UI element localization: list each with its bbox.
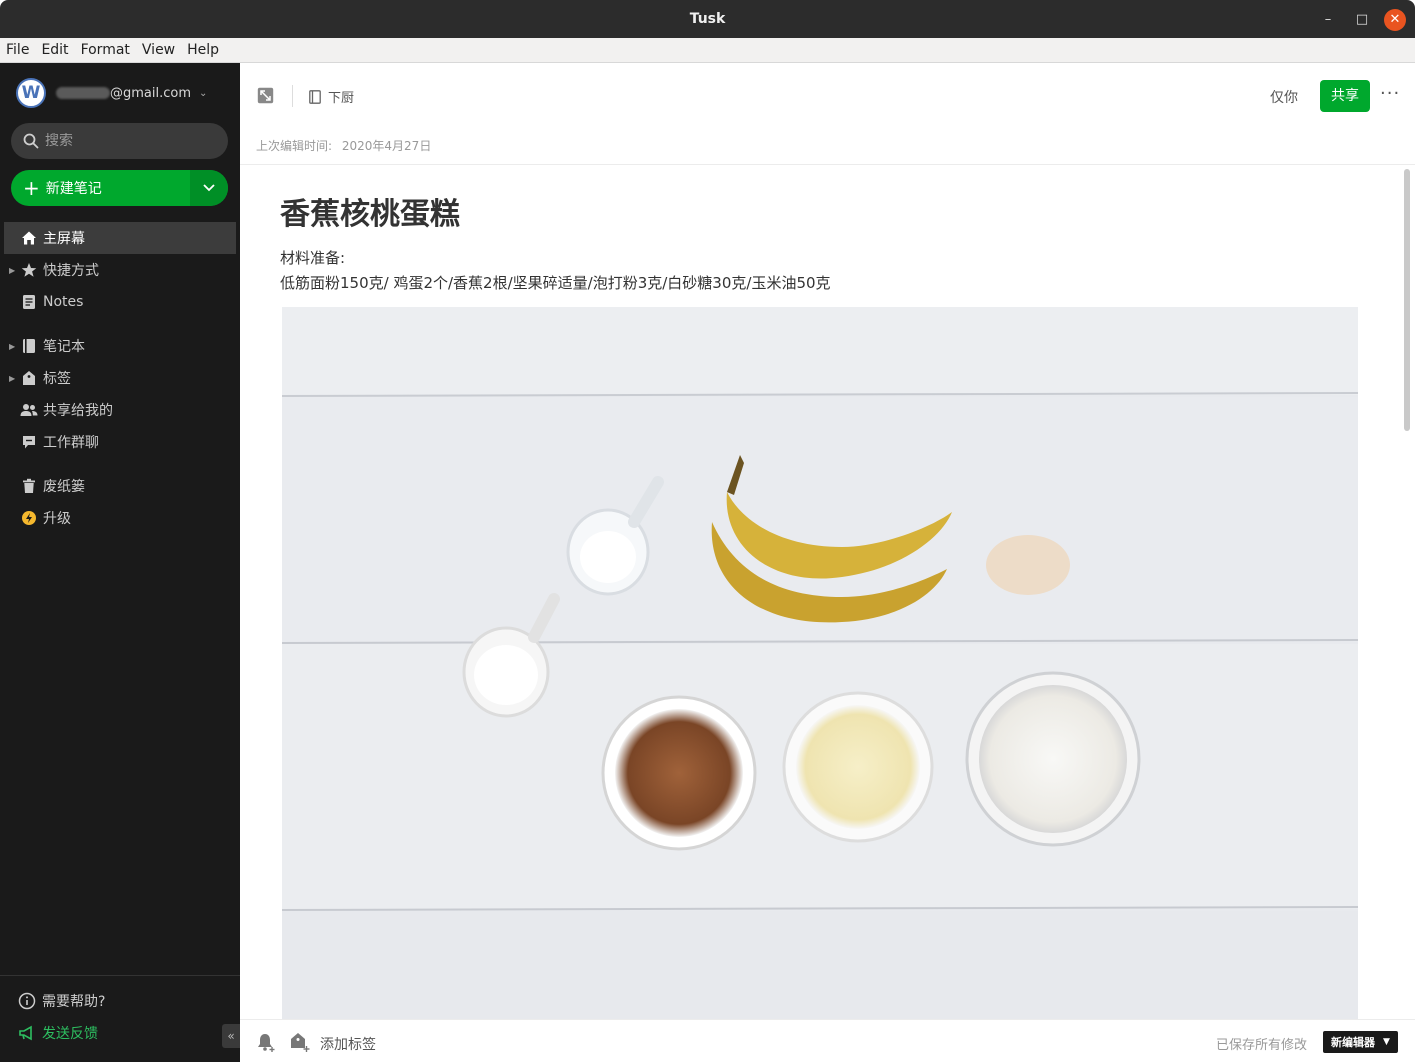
close-button[interactable]: ✕ [1384, 9, 1406, 31]
sidebar-item-upgrade[interactable]: 升级 [4, 502, 236, 534]
new-editor-button[interactable]: 新编辑器 ▼ [1323, 1031, 1398, 1053]
divider [0, 975, 240, 976]
sidebar-item-work-chat[interactable]: 工作群聊 [4, 426, 236, 458]
sidebar-item-label: 快捷方式 [43, 263, 99, 279]
help-link[interactable]: 需要帮助? [18, 991, 105, 1011]
save-status: 已保存所有修改 [1216, 1038, 1308, 1053]
add-tag-label[interactable]: 添加标签 [320, 1034, 376, 1054]
search-box[interactable] [11, 123, 228, 159]
minimize-button[interactable]: – [1317, 9, 1339, 31]
reminder-bell-icon[interactable] [256, 1032, 276, 1052]
sidebar-item-label: 笔记本 [43, 339, 85, 355]
sidebar-item-label: 升级 [43, 511, 71, 527]
megaphone-icon [19, 1025, 32, 1041]
menu-format[interactable]: Format [81, 42, 130, 58]
caret-down-icon: ▼ [1383, 1037, 1390, 1047]
new-editor-label: 新编辑器 [1331, 1036, 1376, 1049]
notebook-icon [20, 337, 38, 355]
note-editor: 下厨 仅你 共享 ··· 上次编辑时间: 2020年4月27日 香蕉核桃蛋糕 材… [240, 63, 1415, 1062]
account-switcher[interactable]: W @gmail.com ⌄ [16, 78, 207, 108]
menubar: File Edit Format View Help [0, 38, 1415, 63]
notebook-icon [309, 89, 321, 104]
collapse-sidebar-button[interactable]: « [222, 1024, 240, 1048]
search-icon [23, 133, 39, 149]
avatar: W [16, 78, 46, 108]
sidebar: W @gmail.com ⌄ + 新建笔记 主屏幕 ▶ [0, 63, 240, 1062]
menu-edit[interactable]: Edit [41, 42, 68, 58]
expand-arrow-icon[interactable]: ▶ [9, 374, 15, 383]
new-note-button-group: + 新建笔记 [11, 170, 228, 206]
note-image[interactable] [282, 307, 1358, 1019]
sidebar-item-notebooks[interactable]: ▶ 笔记本 [4, 330, 236, 362]
visibility-status[interactable]: 仅你 [1270, 87, 1298, 107]
expand-icon[interactable] [257, 87, 274, 104]
sidebar-item-label: 标签 [43, 371, 71, 387]
help-label: 需要帮助? [42, 994, 106, 1010]
notebook-link[interactable]: 下厨 [309, 87, 354, 106]
note-footer: 添加标签 已保存所有修改 新编辑器 ▼ [240, 1019, 1415, 1062]
trash-icon [20, 477, 38, 495]
menu-view[interactable]: View [142, 42, 175, 58]
sidebar-item-label: 共享给我的 [43, 403, 113, 419]
new-note-button[interactable]: + 新建笔记 [11, 170, 190, 206]
tag-icon [20, 369, 38, 387]
chevron-down-icon [203, 184, 215, 192]
last-edit-label: 上次编辑时间: [256, 139, 333, 153]
new-note-dropdown[interactable] [190, 170, 228, 206]
divider [292, 85, 293, 107]
note-icon [20, 293, 38, 311]
sidebar-item-label: Notes [43, 294, 84, 310]
expand-arrow-icon[interactable]: ▶ [9, 342, 15, 351]
note-toolbar: 下厨 仅你 共享 ··· [240, 63, 1415, 127]
info-icon [18, 992, 36, 1010]
menu-file[interactable]: File [6, 42, 29, 58]
ingredients-photo [282, 307, 1358, 1019]
share-button[interactable]: 共享 [1320, 80, 1370, 112]
last-edited: 上次编辑时间: 2020年4月27日 [256, 137, 437, 154]
sidebar-item-tags[interactable]: ▶ 标签 [4, 362, 236, 394]
feedback-link[interactable]: 发送反馈 [18, 1023, 98, 1043]
window-titlebar: Tusk – □ ✕ [0, 0, 1415, 38]
sidebar-item-label: 主屏幕 [43, 231, 85, 247]
more-options-icon[interactable]: ··· [1380, 83, 1400, 104]
shared-users-icon [20, 401, 38, 419]
sidebar-item-notes[interactable]: Notes [4, 286, 236, 318]
scrollbar-thumb[interactable] [1404, 169, 1410, 431]
last-edit-date: 2020年4月27日 [341, 139, 432, 153]
new-note-label: 新建笔记 [45, 181, 102, 197]
note-body-line[interactable]: 低筋面粉150克/ 鸡蛋2个/香蕉2根/坚果碎适量/泡打粉3克/白砂糖30克/玉… [280, 272, 831, 293]
notebook-name: 下厨 [328, 91, 355, 106]
plus-icon: + [23, 176, 40, 200]
maximize-button[interactable]: □ [1351, 9, 1373, 31]
add-tag-icon[interactable] [290, 1032, 310, 1052]
star-icon [20, 261, 38, 279]
email-redaction [56, 87, 110, 99]
sidebar-item-label: 废纸篓 [43, 479, 85, 495]
window-title: Tusk [689, 11, 726, 27]
sidebar-item-shortcuts[interactable]: ▶ 快捷方式 [4, 254, 236, 286]
divider [240, 164, 1415, 165]
expand-arrow-icon[interactable]: ▶ [9, 266, 15, 275]
note-title[interactable]: 香蕉核桃蛋糕 [280, 189, 460, 233]
menu-help[interactable]: Help [187, 42, 219, 58]
account-email: @gmail.com [110, 85, 192, 101]
sidebar-item-trash[interactable]: 废纸篓 [4, 470, 236, 502]
chat-icon [20, 433, 38, 451]
sidebar-item-home[interactable]: 主屏幕 [4, 222, 236, 254]
feedback-label: 发送反馈 [42, 1026, 98, 1042]
note-body-line[interactable]: 材料准备: [280, 247, 345, 268]
home-icon [20, 229, 38, 247]
upgrade-icon [20, 509, 38, 527]
search-input[interactable] [45, 133, 205, 149]
sidebar-item-shared-with-me[interactable]: 共享给我的 [4, 394, 236, 426]
sidebar-item-label: 工作群聊 [43, 435, 99, 451]
chevron-down-icon: ⌄ [199, 87, 208, 99]
